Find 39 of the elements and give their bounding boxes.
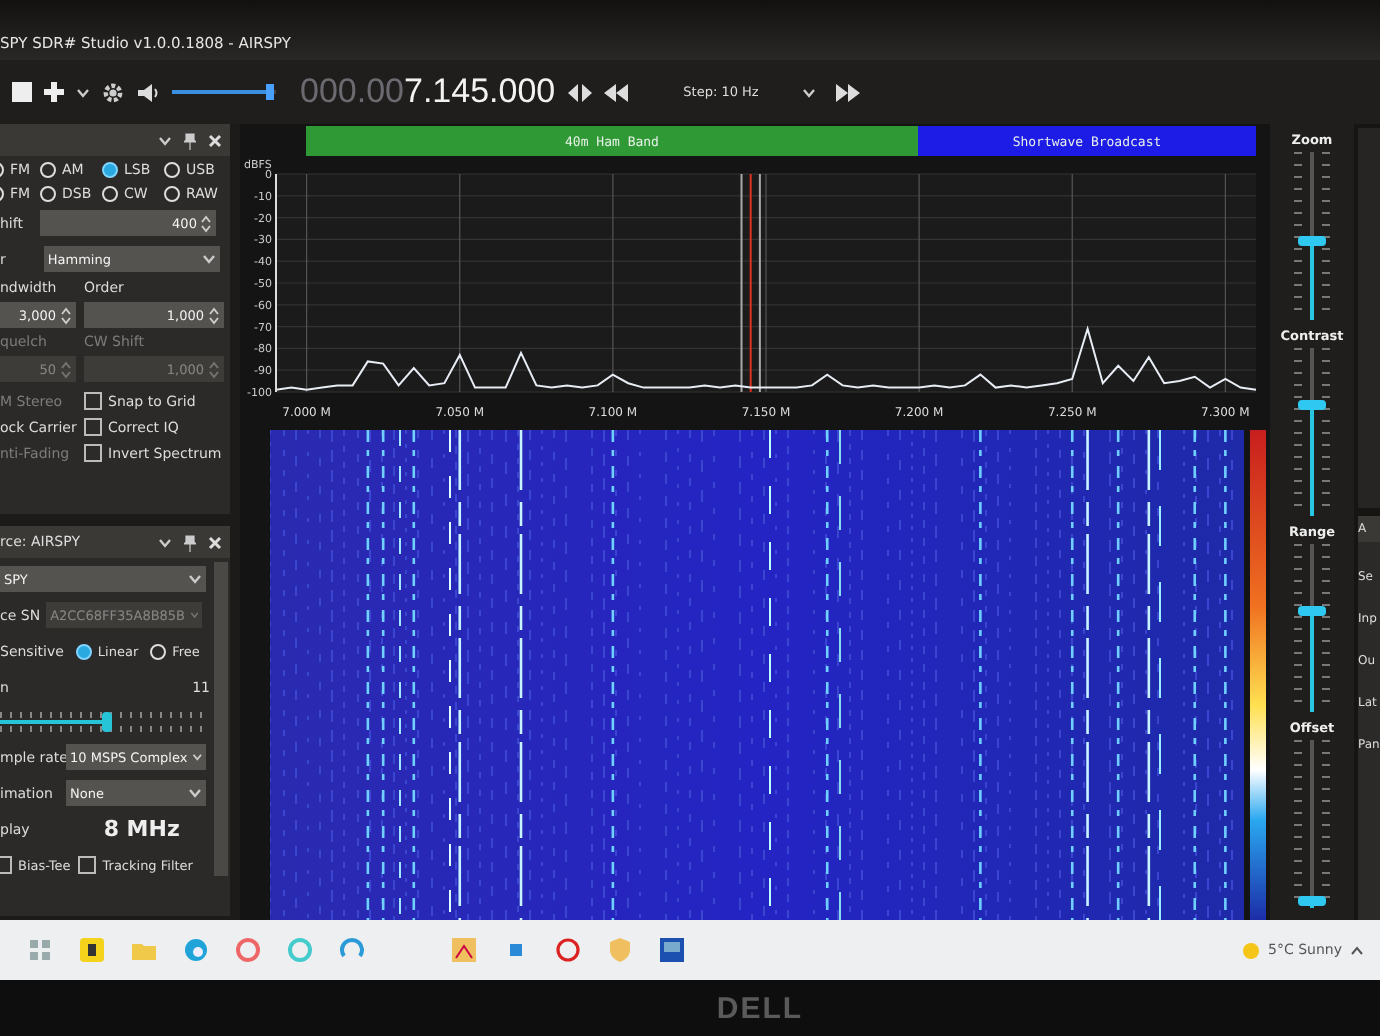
sun-icon [1242,941,1261,959]
plus-icon[interactable] [44,82,64,102]
volume-slider[interactable] [172,84,276,100]
caret-icon [76,87,90,97]
caret-icon [158,537,172,547]
browser-icon[interactable] [184,938,208,962]
rewind-icon[interactable] [603,83,628,101]
pin-icon[interactable] [184,533,196,551]
gear-icon[interactable] [102,81,124,103]
pin-icon[interactable] [184,131,196,149]
swap-arrows-icon[interactable] [567,83,592,101]
caret-icon [189,610,199,620]
speaker-icon[interactable] [136,81,160,103]
display-bandwidth: 8 MHz [103,816,180,842]
scrollbar[interactable] [214,562,228,876]
caret-icon [188,788,202,798]
marker-line[interactable] [758,173,761,393]
spin-arrows-icon[interactable] [208,305,220,325]
monitor-logo: DELL [716,991,804,1025]
close-icon[interactable] [208,535,222,549]
fast-forward-icon[interactable] [836,83,861,101]
marker-line[interactable] [740,173,743,393]
caret-icon [802,87,817,97]
frequency-display[interactable]: 7.145.000 [404,72,556,112]
start-icon[interactable] [28,938,52,962]
caret-icon [201,254,216,264]
caret-icon [188,574,202,584]
marker-line[interactable] [749,173,752,393]
caret-icon [158,135,172,145]
ring-icon[interactable] [556,938,580,962]
image-icon[interactable] [452,938,476,962]
spin-arrows-icon[interactable] [60,305,72,325]
close-icon[interactable] [208,133,222,147]
browser-icon[interactable] [236,938,260,962]
chevron-up-icon[interactable] [1350,945,1364,955]
app-icon[interactable] [80,938,104,962]
caret-icon [191,752,202,762]
square-icon[interactable] [504,938,528,962]
spin-arrows-icon[interactable] [200,213,213,233]
